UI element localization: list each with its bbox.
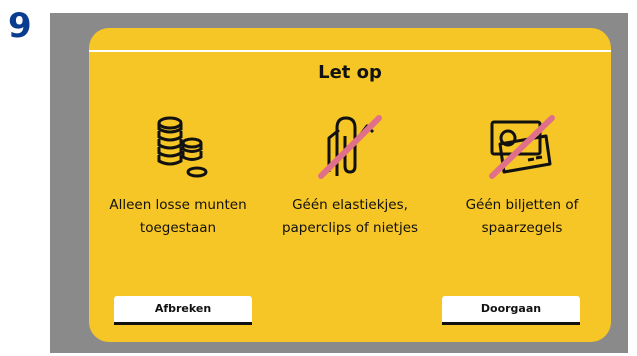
notice-coins-text: Alleen losse munten toegestaan bbox=[109, 197, 247, 236]
dialog-title: Let op bbox=[318, 62, 382, 83]
step-number: 9 bbox=[8, 6, 32, 46]
notice-no-banknotes: Géén biljetten of spaarzegels bbox=[437, 114, 607, 240]
notice-no-paperclip-text: Géén elastiekjes, paperclips of nietjes bbox=[281, 197, 419, 236]
continue-button[interactable]: Doorgaan bbox=[442, 296, 580, 325]
no-paperclip-icon bbox=[318, 115, 382, 179]
notice-coins: Alleen losse munten toegestaan bbox=[93, 114, 263, 240]
notice-dialog: Let op Alleen losse munten toegestaan Gé… bbox=[89, 28, 611, 342]
notice-no-banknotes-text: Géén biljetten of spaarzegels bbox=[465, 197, 579, 236]
notice-no-paperclip: Géén elastiekjes, paperclips of nietjes bbox=[265, 114, 435, 240]
cancel-button[interactable]: Afbreken bbox=[114, 296, 252, 325]
coins-icon bbox=[157, 116, 208, 178]
dialog-divider bbox=[89, 50, 611, 52]
no-banknotes-icon bbox=[489, 115, 555, 179]
